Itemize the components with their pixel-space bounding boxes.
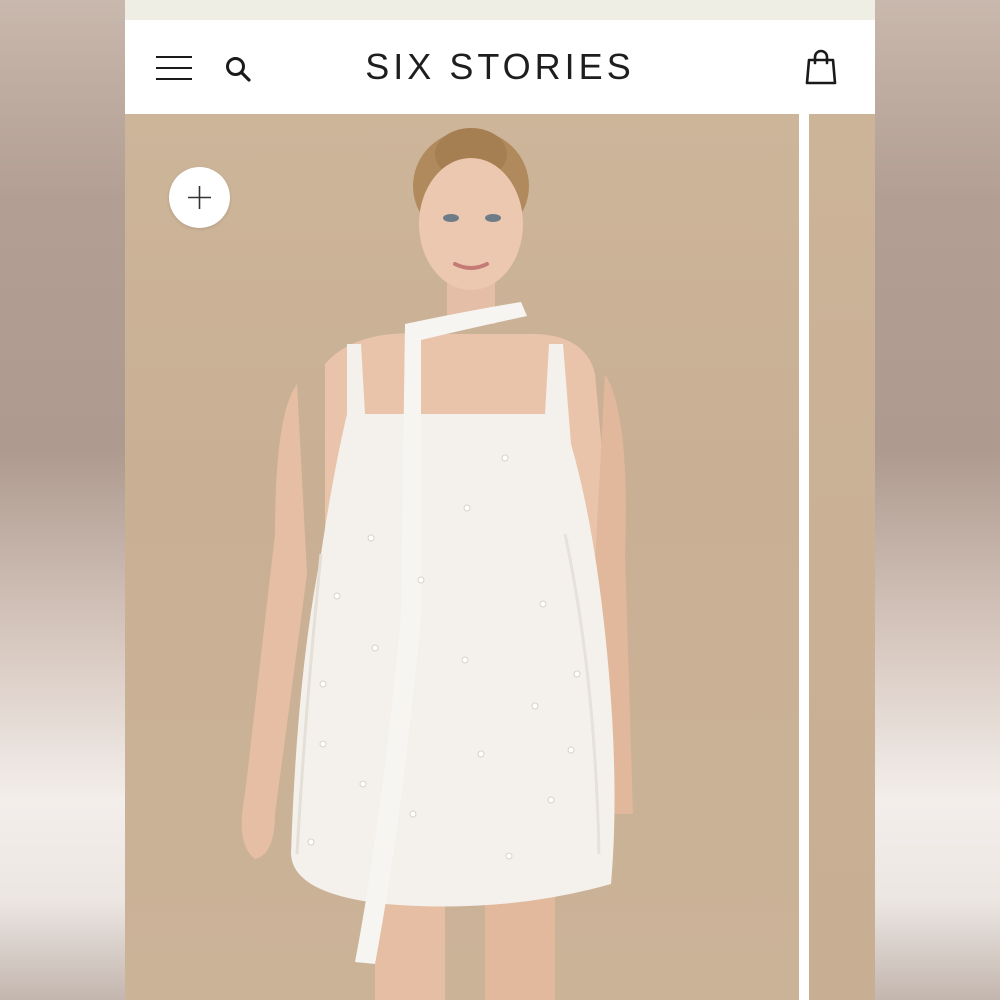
next-product-image-peek[interactable] [809, 114, 875, 1000]
brand-logo[interactable]: SIX STORIES [125, 46, 875, 88]
blurred-background-right [875, 0, 1000, 1000]
blurred-background-left [0, 0, 125, 1000]
plus-icon [188, 186, 211, 209]
status-strip [125, 0, 875, 20]
site-header: SIX STORIES [125, 20, 875, 114]
screenshot-frame: SIX STORIES [0, 0, 1000, 1000]
zoom-button[interactable] [169, 167, 230, 228]
product-image-carousel[interactable] [125, 114, 875, 1000]
product-image[interactable] [125, 114, 799, 1000]
mobile-page: SIX STORIES [125, 0, 875, 1000]
model-photo-illustration [241, 128, 633, 1000]
shopping-bag-icon[interactable] [805, 49, 837, 85]
